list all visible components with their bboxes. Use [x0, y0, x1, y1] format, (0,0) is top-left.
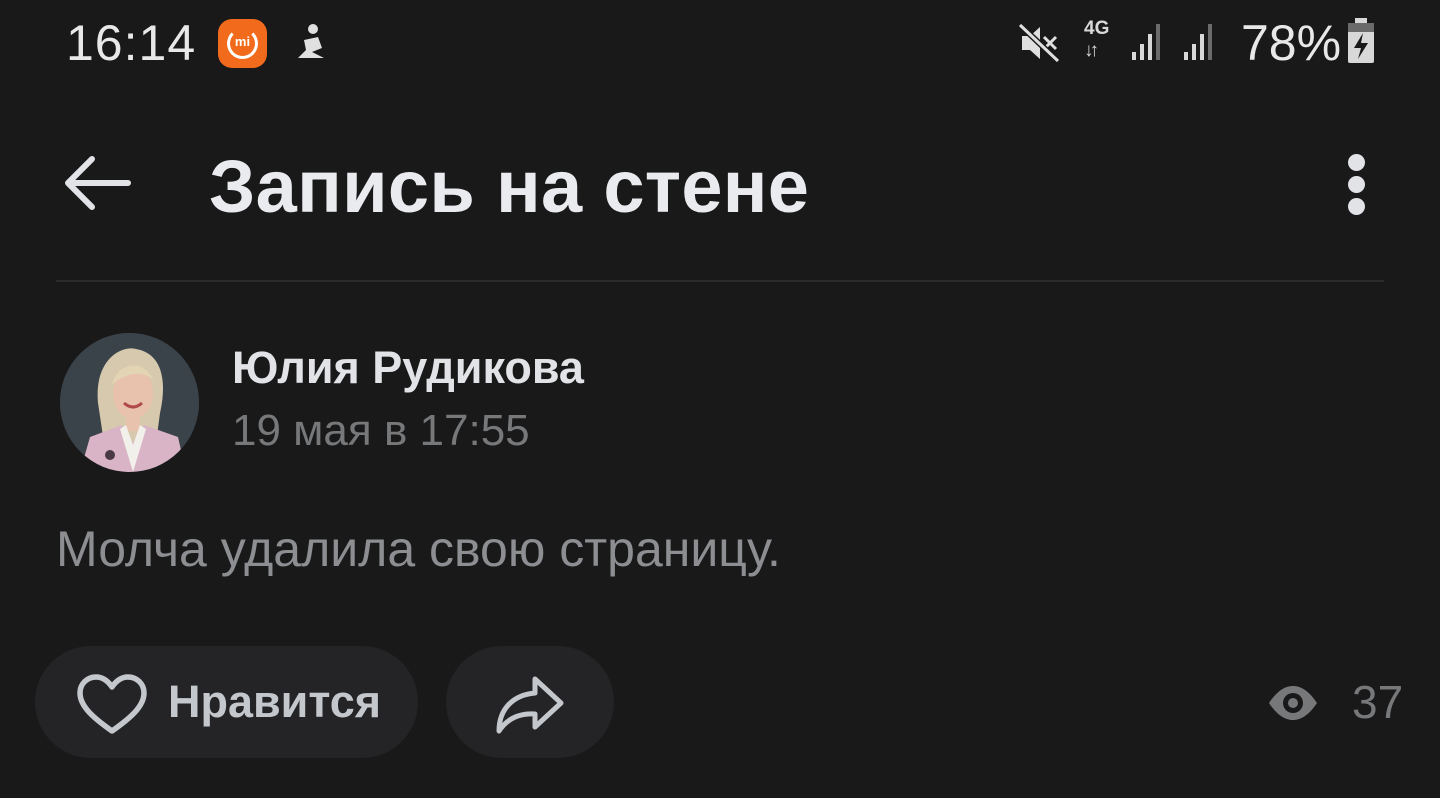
arrow-left-icon — [65, 156, 131, 210]
avatar[interactable] — [60, 333, 199, 472]
page-title: Запись на стене — [209, 145, 810, 228]
mi-home-icon: mi — [218, 19, 267, 68]
share-button[interactable] — [446, 646, 614, 758]
more-menu-button[interactable] — [1330, 142, 1382, 226]
eye-icon — [1269, 686, 1317, 720]
signal-icon — [1132, 24, 1160, 60]
like-label: Нравится — [168, 676, 382, 727]
status-time: 16:14 — [66, 15, 197, 71]
status-bar: 16:14 mi 4G ↓↑ 78% — [0, 0, 1440, 90]
network-4g-indicator: 4G ↓↑ — [1082, 18, 1118, 64]
post-date: 19 мая в 17:55 — [232, 406, 530, 455]
avatar-image — [60, 333, 199, 472]
network-arrows: ↓↑ — [1084, 40, 1099, 61]
network-type: 4G — [1084, 18, 1110, 39]
screen: 16:14 mi 4G ↓↑ 78% Запись на стене Юлия … — [0, 0, 1440, 798]
like-button[interactable]: Нравится — [35, 646, 418, 758]
figure-icon — [298, 24, 324, 58]
battery-charging-icon — [1348, 18, 1374, 63]
author-name[interactable]: Юлия Рудикова — [232, 342, 584, 394]
post-text: Молча удалила свою страницу. — [56, 521, 781, 577]
signal-icon — [1184, 24, 1212, 60]
views-count: 37 — [1352, 676, 1404, 728]
back-button[interactable] — [58, 146, 138, 220]
heart-icon — [77, 674, 147, 734]
more-vertical-icon — [1348, 154, 1365, 171]
mute-icon — [1017, 22, 1061, 64]
share-icon — [496, 676, 564, 734]
header-divider — [56, 280, 1384, 282]
mi-label: mi — [234, 34, 251, 49]
app-header: Запись на стене — [0, 120, 1440, 250]
battery-percent: 78% — [1241, 15, 1342, 71]
